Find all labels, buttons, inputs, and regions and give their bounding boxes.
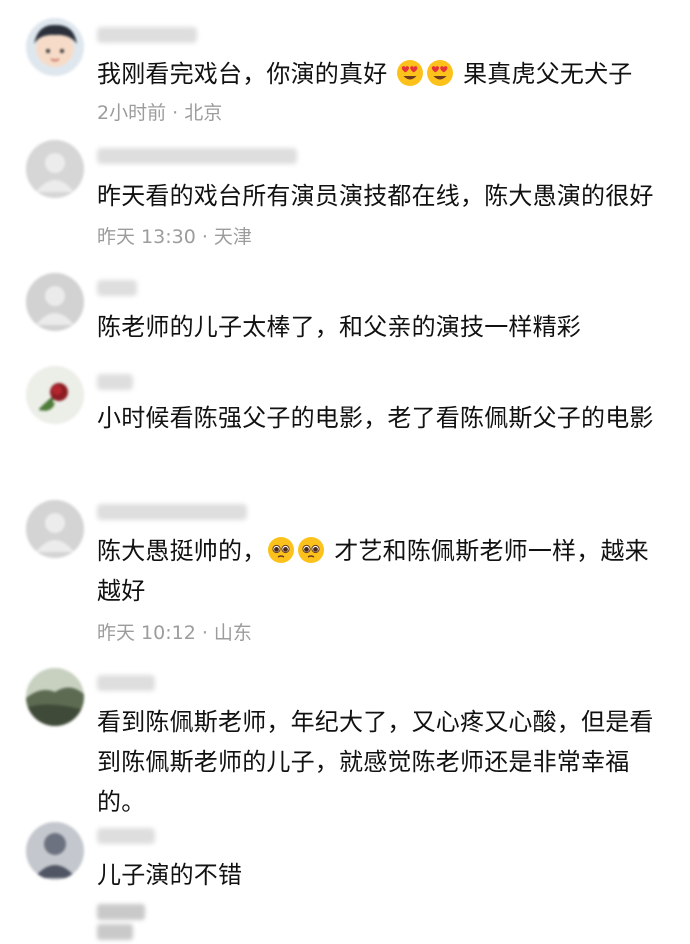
username[interactable] <box>97 280 137 296</box>
comment-meta: 昨天 10:12 · 山东 <box>97 622 252 644</box>
comment-meta: 昨天 13:30 · 天津 <box>97 226 252 248</box>
username[interactable] <box>97 504 247 520</box>
pleading-face-emoji-icon <box>267 536 295 564</box>
user-avatar[interactable] <box>26 366 84 424</box>
comment-text: 我刚看完戏台，你演的真好 果真虎父无犬子 <box>97 59 633 88</box>
comment-text: 小时候看陈强父子的电影，老了看陈佩斯父子的电影 <box>97 404 654 432</box>
user-avatar[interactable] <box>26 140 84 198</box>
action-icon[interactable] <box>97 924 133 940</box>
user-avatar[interactable] <box>26 18 84 76</box>
username[interactable] <box>97 27 197 43</box>
user-avatar[interactable] <box>26 273 84 331</box>
user-avatar[interactable] <box>26 668 84 726</box>
username[interactable] <box>97 148 297 164</box>
comment-text: 昨天看的戏台所有演员演技都在线，陈大愚演的很好 <box>97 182 654 210</box>
username[interactable] <box>97 374 133 390</box>
comment-text: 看到陈佩斯老师，年纪大了，又心疼又心酸，但是看到陈佩斯老师的儿子，就感觉陈老师还… <box>97 708 654 816</box>
username[interactable] <box>97 828 155 844</box>
comment-meta: 2小时前 · 北京 <box>97 102 223 124</box>
pleading-face-emoji-icon <box>297 536 325 564</box>
comment-text: 儿子演的不错 <box>97 861 243 889</box>
user-avatar[interactable] <box>26 500 84 558</box>
action-icon[interactable] <box>97 904 145 920</box>
comment-actions[interactable] <box>97 904 217 940</box>
user-avatar[interactable] <box>26 822 84 880</box>
comment-text: 陈老师的儿子太棒了，和父亲的演技一样精彩 <box>97 313 581 341</box>
comment-text: 陈大愚挺帅的， 才艺和陈佩斯老师一样，越来越好 <box>97 536 649 605</box>
heart-eyes-emoji-icon <box>426 59 454 87</box>
username[interactable] <box>97 675 155 691</box>
heart-eyes-emoji-icon <box>396 59 424 87</box>
